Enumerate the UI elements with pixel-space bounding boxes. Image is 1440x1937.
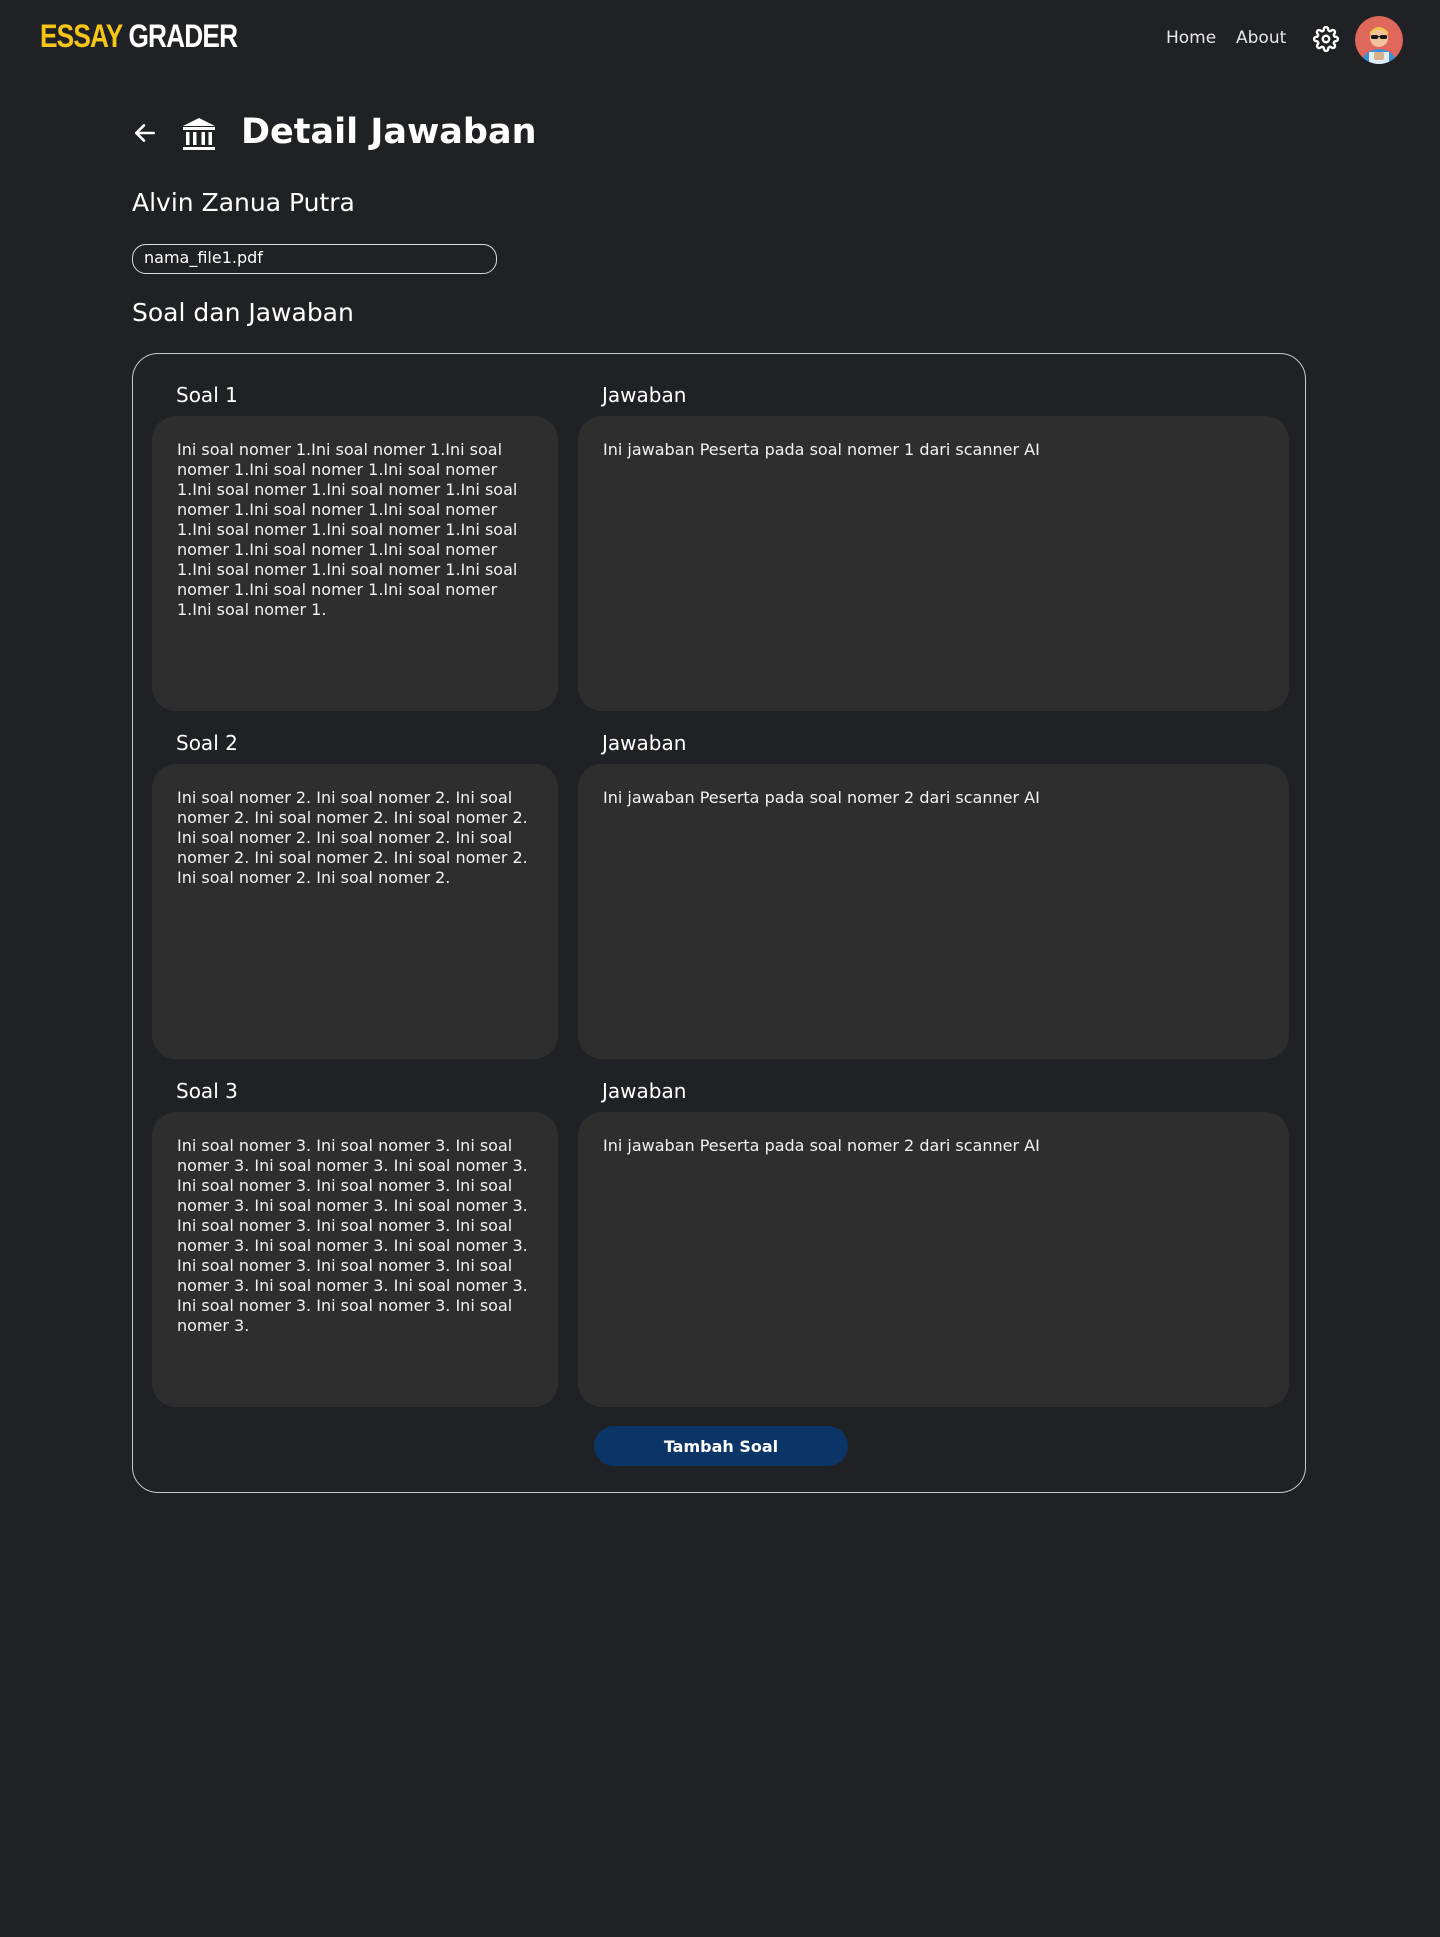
student-name: Alvin Zanua Putra	[132, 188, 355, 217]
section-title: Soal dan Jawaban	[132, 298, 354, 327]
questions-card: Soal 1 Jawaban Ini soal nomer 1.Ini soal…	[132, 353, 1306, 1493]
bank-icon	[183, 118, 215, 150]
question-text-box[interactable]: Ini soal nomer 3. Ini soal nomer 3. Ini …	[152, 1112, 558, 1407]
answer-text-box[interactable]: Ini jawaban Peserta pada soal nomer 2 da…	[578, 1112, 1289, 1407]
avatar[interactable]	[1355, 16, 1403, 64]
answer-label: Jawaban	[602, 731, 687, 755]
page-title: Detail Jawaban	[241, 112, 537, 152]
logo-essay: ESSAY	[40, 18, 123, 54]
question-label: Soal 2	[176, 731, 238, 755]
file-name-field[interactable]: nama_file1.pdf	[132, 244, 497, 274]
answer-text-box[interactable]: Ini jawaban Peserta pada soal nomer 2 da…	[578, 764, 1289, 1059]
answer-label: Jawaban	[602, 1079, 687, 1103]
add-question-button[interactable]: Tambah Soal	[594, 1426, 848, 1466]
question-label: Soal 3	[176, 1079, 238, 1103]
logo[interactable]: ESSAY GRADER	[40, 18, 238, 55]
top-navbar: ESSAY GRADER Home About	[0, 0, 1440, 80]
question-label: Soal 1	[176, 383, 238, 407]
answer-label: Jawaban	[602, 383, 687, 407]
nav-about-link[interactable]: About	[1236, 28, 1286, 48]
question-text-box[interactable]: Ini soal nomer 2. Ini soal nomer 2. Ini …	[152, 764, 558, 1059]
nav-home-link[interactable]: Home	[1166, 28, 1216, 48]
question-text-box[interactable]: Ini soal nomer 1.Ini soal nomer 1.Ini so…	[152, 416, 558, 711]
answer-text-box[interactable]: Ini jawaban Peserta pada soal nomer 1 da…	[578, 416, 1289, 711]
arrow-left-icon[interactable]	[132, 120, 158, 146]
logo-grader: GRADER	[128, 18, 238, 54]
gear-icon[interactable]	[1313, 26, 1339, 52]
